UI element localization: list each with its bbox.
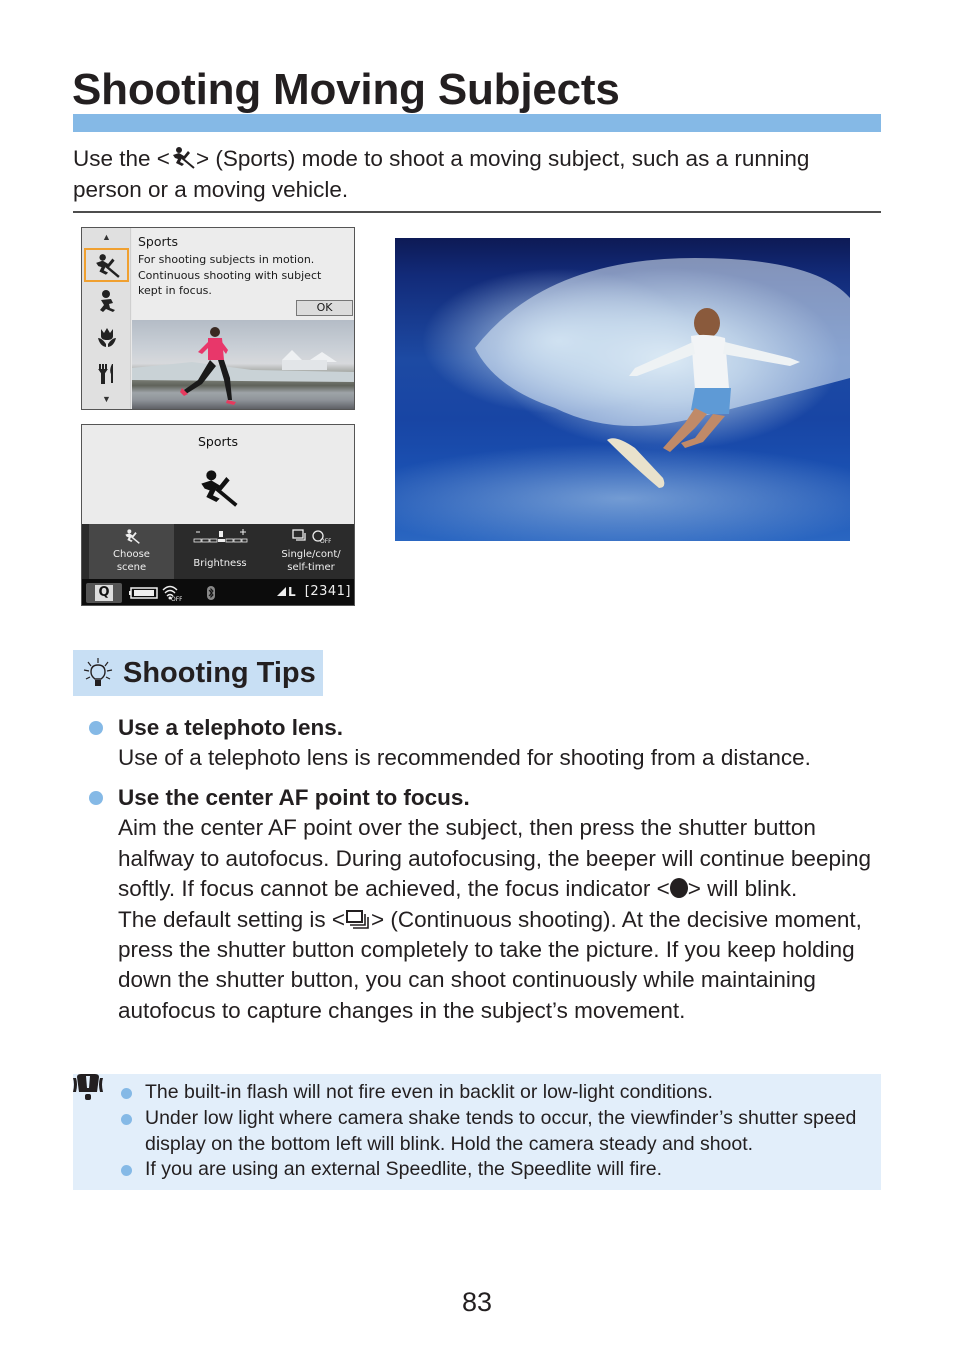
svg-text:OFF: OFF <box>171 596 182 602</box>
continuous-shooting-icon <box>346 909 369 929</box>
sports-mode-icon <box>201 470 238 507</box>
scene-item-sports[interactable] <box>84 248 129 282</box>
tip-body-1: Aim the center AF point over the subject… <box>118 815 871 902</box>
scene-description-panel: Sports For shooting subjects in motion. … <box>132 228 354 320</box>
intro-text-start: Use the < <box>73 146 170 171</box>
runner-preview-image <box>132 320 354 409</box>
bluetooth-icon <box>207 586 215 600</box>
focus-indicator-icon <box>669 878 688 899</box>
food-mode-icon <box>97 364 113 384</box>
bullet-icon <box>121 1114 132 1125</box>
choose-scene-label: Choose scene <box>113 549 150 573</box>
close-up-icon <box>97 328 116 347</box>
shots-remaining: [2341] <box>304 584 351 599</box>
drive-mode-button[interactable]: OFF Single/cont/ self-timer <box>268 524 354 579</box>
caution-icon <box>73 1074 103 1100</box>
sports-mode-icon <box>95 254 120 278</box>
tip-body: Use of a telephoto lens is recommended f… <box>118 745 811 771</box>
runner-figure <box>132 327 354 405</box>
lightbulb-icon <box>83 658 113 686</box>
page-title: Shooting Moving Subjects <box>72 65 620 114</box>
choose-scene-button[interactable]: Choose scene <box>89 524 174 579</box>
caution-item: If you are using an external Speedlite, … <box>145 1158 663 1180</box>
brightness-button[interactable]: Brightness <box>178 524 262 579</box>
title-underline-bar <box>73 114 881 132</box>
arrow-down-icon[interactable]: ▼ <box>82 394 131 404</box>
brightness-scale-icon <box>193 529 248 543</box>
surfer-photo <box>395 238 850 541</box>
wifi-off-icon: OFF <box>162 585 182 602</box>
svg-text:OFF: OFF <box>320 538 331 544</box>
camera-quick-control-screen: Sports Choose scene Brightness OFF Singl… <box>81 424 355 606</box>
intro-paragraph: Use the < > (Sports) mode to shoot a movi… <box>73 143 881 205</box>
tip-item: Use the center AF point to focus. Aim th… <box>118 783 880 1026</box>
scene-name: Sports <box>138 234 179 249</box>
ok-button[interactable]: OK <box>296 300 353 316</box>
section-divider <box>73 211 881 213</box>
tip-body-2: The default setting is < > (Continuous sh… <box>118 906 862 1023</box>
scene-description: For shooting subjects in motion. Continu… <box>138 253 322 297</box>
bullet-icon <box>121 1088 132 1099</box>
drive-mode-label: Single/cont/ self-timer <box>281 549 341 573</box>
sports-mode-icon <box>172 147 195 169</box>
quality-fine-icon <box>277 587 286 596</box>
page-number: 83 <box>461 1287 493 1317</box>
bullet-icon <box>121 1165 132 1176</box>
mode-name: Sports <box>197 434 239 449</box>
bullet-icon <box>89 721 103 735</box>
caution-box: The built-in flash will not fire even in… <box>73 1074 881 1190</box>
drive-mode-icon: OFF <box>292 529 332 545</box>
arrow-up-icon[interactable]: ▲ <box>82 232 131 242</box>
camera-scene-select-screen: ▲ ▼ Sports For shooting subjects in moti… <box>81 227 355 410</box>
quick-control-panel: Choose scene Brightness OFF Single/cont/… <box>82 524 354 579</box>
tip-title: Use a telephoto lens. <box>118 715 344 740</box>
camera-status-bar: Q OFF L [2341] <box>82 579 354 605</box>
scene-list: ▲ ▼ <box>82 228 131 409</box>
image-quality: L <box>277 585 296 599</box>
caution-item: Under low light where camera shake tends… <box>145 1107 857 1155</box>
tip-title: Use the center AF point to focus. <box>118 785 470 810</box>
quick-control-button[interactable]: Q <box>86 583 122 603</box>
surfer-figure <box>475 258 850 488</box>
shooting-tips-header: Shooting Tips <box>73 650 323 696</box>
bullet-icon <box>89 791 103 805</box>
tip-item: Use a telephoto lens. Use of a telephoto… <box>118 713 888 774</box>
brightness-label: Brightness <box>193 558 247 569</box>
kids-mode-icon <box>99 290 115 312</box>
battery-full-icon <box>129 587 158 599</box>
caution-item: The built-in flash will not fire even in… <box>145 1081 713 1103</box>
scene-item-close-up[interactable] <box>84 320 129 354</box>
scene-item-food[interactable] <box>84 356 129 390</box>
scene-item-kids[interactable] <box>84 284 129 318</box>
shooting-tips-title: Shooting Tips <box>123 657 316 689</box>
sports-mode-icon <box>124 529 140 544</box>
